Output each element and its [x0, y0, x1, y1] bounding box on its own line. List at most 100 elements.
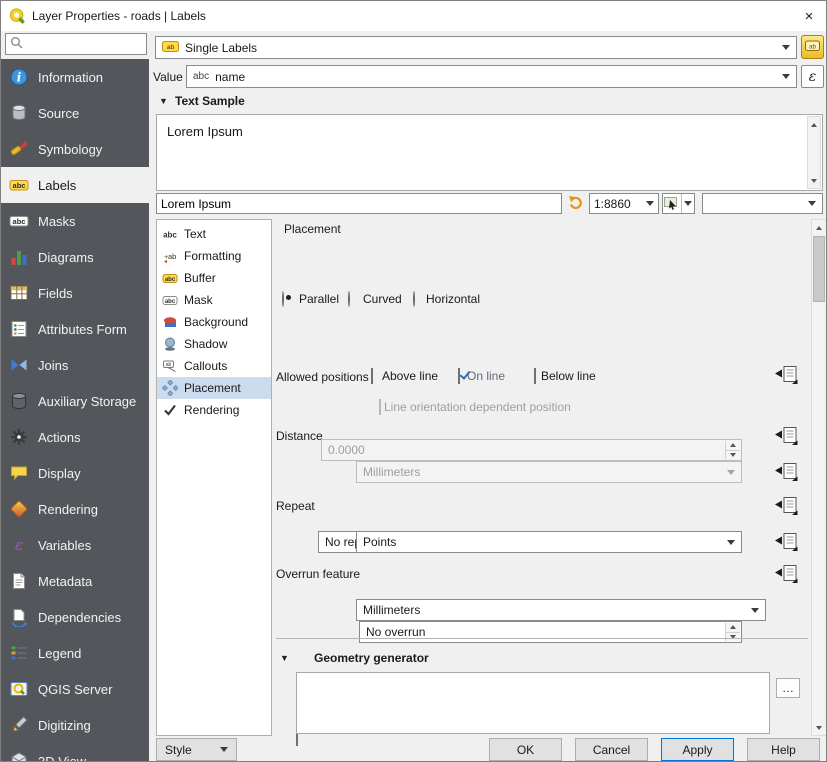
curved-radio-label[interactable]: Curved [363, 292, 402, 306]
auxiliary-storage-icon [9, 391, 29, 411]
tab-shadow[interactable]: Shadow [157, 333, 271, 355]
sidebar-item-masks[interactable]: abc Masks [1, 203, 149, 239]
tab-mask[interactable]: abc Mask [157, 289, 271, 311]
expression-dialog-button[interactable]: … [776, 678, 800, 698]
ellipsis-icon: … [782, 681, 794, 695]
tab-buffer[interactable]: abc Buffer [157, 267, 271, 289]
horizontal-radio[interactable] [413, 291, 415, 307]
collapse-triangle-icon[interactable]: ▼ [159, 96, 168, 106]
above-line-checkbox[interactable] [371, 368, 373, 384]
scroll-down-icon[interactable] [808, 173, 820, 188]
on-line-label[interactable]: On line [467, 369, 505, 383]
digitizing-pencil-icon [9, 715, 29, 735]
joins-icon [9, 355, 29, 375]
search-input[interactable] [27, 37, 137, 51]
data-defined-override-button[interactable] [772, 563, 799, 585]
tab-formatting[interactable]: +ab Formatting [157, 245, 271, 267]
sidebar-item-dependencies[interactable]: Dependencies [1, 599, 149, 635]
distance-unit-combo[interactable]: Millimeters [356, 461, 742, 483]
sidebar-item-actions[interactable]: Actions [1, 419, 149, 455]
set-scale-from-canvas-button[interactable] [662, 193, 695, 214]
geometry-generator-expression-area[interactable] [296, 672, 770, 734]
label-mode-combo[interactable]: ab Single Labels [155, 36, 797, 59]
data-defined-override-button[interactable] [772, 364, 799, 386]
help-button[interactable]: Help [747, 738, 820, 761]
sidebar-item-metadata[interactable]: Metadata [1, 563, 149, 599]
tab-callouts[interactable]: ab Callouts [157, 355, 271, 377]
line-orientation-checkbox[interactable] [379, 399, 381, 415]
automated-placement-settings-button[interactable]: ab [801, 35, 824, 59]
reset-sample-button[interactable] [565, 193, 586, 214]
sidebar-item-rendering[interactable]: Rendering [1, 491, 149, 527]
curved-radio[interactable] [348, 291, 350, 307]
distance-spinbox[interactable]: 0.0000 [321, 439, 742, 461]
sidebar-item-legend[interactable]: Legend [1, 635, 149, 671]
sidebar-item-information[interactable]: i Information [1, 59, 149, 95]
above-line-label[interactable]: Above line [382, 369, 438, 383]
parallel-radio[interactable] [282, 291, 284, 307]
overrun-spinbox[interactable]: No overrun [359, 621, 742, 643]
chevron-down-icon [220, 747, 228, 752]
on-line-checkbox[interactable] [458, 368, 460, 384]
sidebar-item-source[interactable]: Source [1, 95, 149, 131]
sidebar-item-symbology[interactable]: Symbology [1, 131, 149, 167]
collapse-triangle-icon[interactable]: ▼ [280, 653, 289, 663]
placement-panel-scrollbar[interactable] [811, 219, 827, 736]
tab-text[interactable]: abc Text [157, 223, 271, 245]
variables-epsilon-icon: ε [9, 535, 29, 555]
distance-value: 0.0000 [328, 443, 365, 457]
sidebar-item-auxiliary-storage[interactable]: Auxiliary Storage [1, 383, 149, 419]
horizontal-radio-label[interactable]: Horizontal [426, 292, 480, 306]
close-icon[interactable]: × [797, 5, 821, 27]
parallel-radio-label[interactable]: Parallel [299, 292, 339, 306]
qgis-logo-icon [8, 7, 26, 28]
geometry-generator-label[interactable]: Geometry generator [314, 651, 429, 665]
text-sample-header[interactable]: Text Sample [175, 94, 245, 108]
sidebar-item-diagrams[interactable]: Diagrams [1, 239, 149, 275]
below-line-label[interactable]: Below line [541, 369, 596, 383]
chevron-down-icon[interactable] [681, 194, 694, 213]
value-field-combo[interactable]: abc name [186, 65, 797, 88]
scroll-up-icon[interactable] [808, 117, 820, 132]
expression-builder-button[interactable]: ε [801, 65, 824, 88]
sidebar-item-qgis-server[interactable]: QGIS Server [1, 671, 149, 707]
cancel-button[interactable]: Cancel [575, 738, 648, 761]
search-box[interactable] [5, 33, 147, 55]
data-defined-override-button[interactable] [772, 425, 799, 447]
epsilon-icon: ε [809, 69, 817, 85]
data-defined-override-button[interactable] [772, 461, 799, 483]
sidebar-item-fields[interactable]: Fields [1, 275, 149, 311]
sidebar-item-3d-view[interactable]: 3D View [1, 743, 149, 762]
below-line-checkbox[interactable] [534, 368, 536, 384]
data-defined-override-button[interactable] [772, 531, 799, 553]
apply-button[interactable]: Apply [661, 738, 734, 761]
sample-text-input[interactable] [161, 197, 557, 211]
data-defined-override-button[interactable] [772, 495, 799, 517]
sample-text: Lorem Ipsum [167, 124, 243, 139]
formatting-tab-icon: +ab [162, 248, 178, 264]
ok-button[interactable]: OK [489, 738, 562, 761]
preview-scale-combo[interactable]: 1:8860 [589, 193, 659, 214]
sidebar-item-attributes-form[interactable]: Attributes Form [1, 311, 149, 347]
tab-background[interactable]: Background [157, 311, 271, 333]
tab-placement[interactable]: Placement [157, 377, 271, 399]
svg-text:abc: abc [165, 299, 176, 305]
single-labels-icon: ab [162, 40, 179, 56]
sidebar-item-display[interactable]: Display [1, 455, 149, 491]
allowed-positions-label: Allowed positions [276, 370, 369, 384]
scrollbar-thumb[interactable] [813, 236, 825, 302]
sidebar-item-variables[interactable]: ε Variables [1, 527, 149, 563]
overrun-unit-combo[interactable]: Millimeters [356, 599, 766, 621]
scroll-down-icon[interactable] [812, 720, 826, 735]
preview-background-combo[interactable] [702, 193, 823, 214]
sidebar-item-labels[interactable]: abc Labels [1, 167, 149, 203]
chevron-down-icon [782, 45, 790, 50]
style-button[interactable]: Style [156, 738, 237, 761]
scroll-up-icon[interactable] [812, 220, 826, 235]
repeat-unit-combo[interactable]: Points [356, 531, 742, 553]
spinner-buttons[interactable] [725, 441, 740, 459]
tab-rendering[interactable]: Rendering [157, 399, 271, 421]
sidebar-item-digitizing[interactable]: Digitizing [1, 707, 149, 743]
sidebar-item-joins[interactable]: Joins [1, 347, 149, 383]
sample-scrollbar[interactable] [807, 116, 821, 189]
